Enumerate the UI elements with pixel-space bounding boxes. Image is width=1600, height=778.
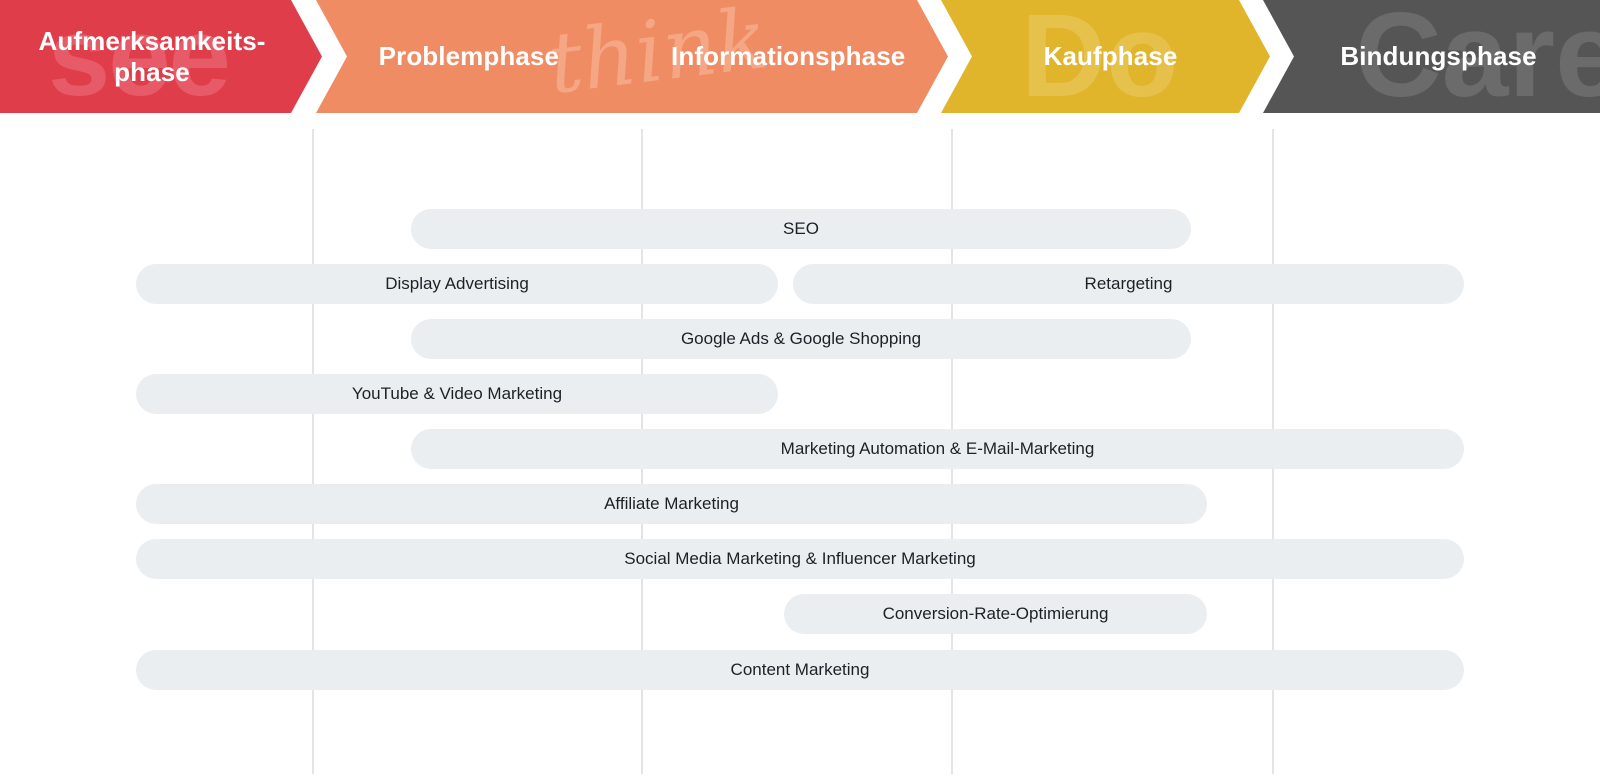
phase-segment-kaufphase[interactable]: Do Kaufphase: [941, 0, 1270, 113]
channel-bar-label: Content Marketing: [730, 660, 870, 679]
channel-bar[interactable]: SEO: [411, 209, 1191, 249]
channel-span-chart: SEO Display Advertising Retargeting Google …: [0, 113, 1600, 778]
channel-bar-label: Retargeting: [1084, 274, 1173, 293]
phase-segment-label-informationsphase: Informationsphase: [671, 41, 906, 72]
channel-bar-label: Display Advertising: [385, 274, 529, 293]
channel-bar[interactable]: Conversion-Rate-Optimierung: [784, 594, 1207, 634]
channel-bar-label: SEO: [783, 219, 819, 238]
channel-bar[interactable]: Social Media Marketing & Influencer Mark…: [136, 539, 1464, 579]
channel-bar-label: Conversion-Rate-Optimierung: [882, 604, 1109, 623]
phase-segment-label-aufmerksamkeitsphase: Aufmerksamkeits- phase: [38, 25, 266, 87]
channel-bar[interactable]: Content Marketing: [136, 650, 1464, 690]
channel-bar[interactable]: Google Ads & Google Shopping: [411, 319, 1191, 359]
channel-bar-label: Marketing Automation & E-Mail-Marketing: [780, 439, 1095, 458]
phase-segment-label-bindungsphase: Bindungsphase: [1340, 41, 1537, 72]
channel-bar-label: Google Ads & Google Shopping: [680, 329, 922, 348]
channel-bar[interactable]: Display Advertising: [136, 264, 778, 304]
phase-segment-problem-information[interactable]: think Problemphase Informationsphase: [316, 0, 948, 113]
channel-bar-label: YouTube & Video Marketing: [351, 384, 563, 403]
channel-bar[interactable]: Affiliate Marketing: [136, 484, 1207, 524]
phase-segment-label-kaufphase: Kaufphase: [1043, 41, 1178, 72]
phase-segment-aufmerksamkeitsphase[interactable]: see Aufmerksamkeits- phase: [0, 0, 322, 113]
channel-bar-label: Affiliate Marketing: [604, 494, 739, 513]
phase-header: see Aufmerksamkeits- phase think Problem…: [0, 0, 1600, 113]
phase-segment-label-problemphase: Problemphase: [378, 41, 560, 72]
channel-bar[interactable]: Marketing Automation & E-Mail-Marketing: [411, 429, 1464, 469]
phase-segment-label-group: Problemphase Informationsphase: [359, 41, 906, 72]
channel-bar[interactable]: YouTube & Video Marketing: [136, 374, 778, 414]
phase-segment-bindungsphase[interactable]: Care Bindungsphase: [1263, 0, 1600, 113]
channel-bar-label: Social Media Marketing & Influencer Mark…: [624, 549, 976, 568]
channel-bar[interactable]: Retargeting: [793, 264, 1464, 304]
